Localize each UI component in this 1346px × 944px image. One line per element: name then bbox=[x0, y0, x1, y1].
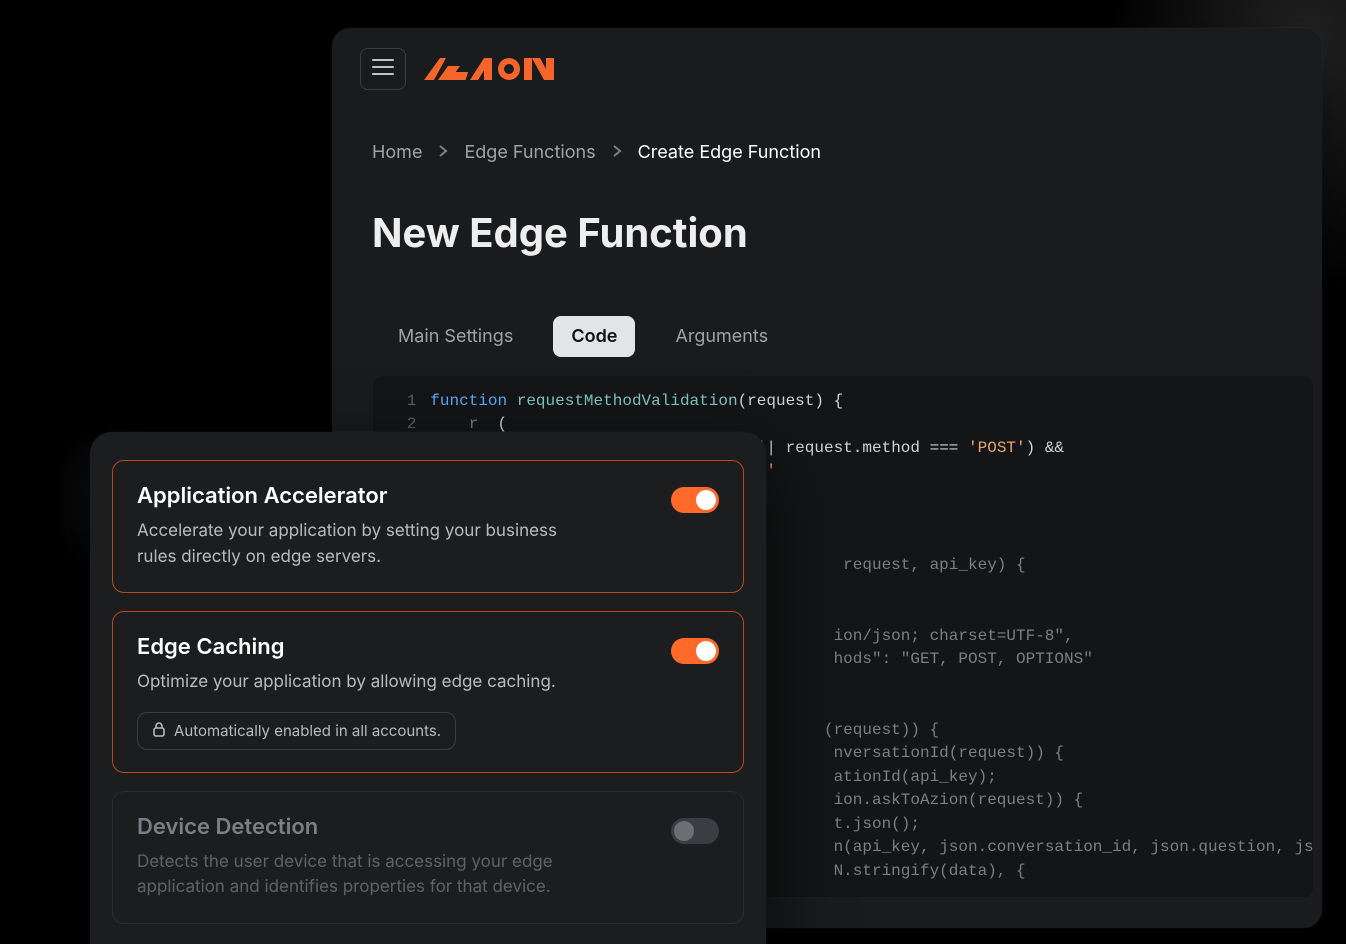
lock-icon bbox=[152, 721, 166, 741]
brand-logo bbox=[424, 54, 574, 84]
chip-label: Automatically enabled in all accounts. bbox=[174, 721, 441, 740]
tabs: Main Settings Code Arguments bbox=[332, 296, 1322, 357]
option-device-detection: Device Detection Detects the user device… bbox=[112, 791, 744, 924]
tab-code[interactable]: Code bbox=[553, 316, 635, 357]
auto-enabled-chip: Automatically enabled in all accounts. bbox=[137, 712, 456, 750]
page-title: New Edge Function bbox=[332, 190, 1322, 269]
breadcrumb: Home Edge Functions Create Edge Function bbox=[332, 100, 1322, 163]
breadcrumb-edge-functions[interactable]: Edge Functions bbox=[464, 142, 595, 163]
option-description: Optimize your application by allowing ed… bbox=[137, 670, 556, 696]
toggle-edge-caching[interactable] bbox=[671, 638, 719, 664]
option-description: Accelerate your application by setting y… bbox=[137, 519, 597, 570]
tab-main-settings[interactable]: Main Settings bbox=[380, 316, 531, 357]
toggle-device-detection[interactable] bbox=[671, 818, 719, 844]
toggle-app-accelerator[interactable] bbox=[671, 487, 719, 513]
breadcrumb-current: Create Edge Function bbox=[638, 142, 821, 163]
option-title: Device Detection bbox=[137, 814, 597, 840]
option-title: Application Accelerator bbox=[137, 483, 597, 509]
azion-logo-icon bbox=[424, 54, 574, 84]
menu-button[interactable] bbox=[360, 48, 406, 90]
modules-settings-card: Application Accelerator Accelerate your … bbox=[90, 432, 766, 944]
tab-arguments[interactable]: Arguments bbox=[657, 316, 786, 357]
option-edge-caching: Edge Caching Optimize your application b… bbox=[112, 611, 744, 773]
chevron-right-icon bbox=[612, 142, 622, 163]
option-description: Detects the user device that is accessin… bbox=[137, 850, 597, 901]
option-app-accelerator: Application Accelerator Accelerate your … bbox=[112, 460, 744, 593]
option-title: Edge Caching bbox=[137, 634, 556, 660]
breadcrumb-home[interactable]: Home bbox=[372, 142, 422, 163]
hamburger-icon bbox=[372, 58, 394, 80]
chevron-right-icon bbox=[438, 142, 448, 163]
